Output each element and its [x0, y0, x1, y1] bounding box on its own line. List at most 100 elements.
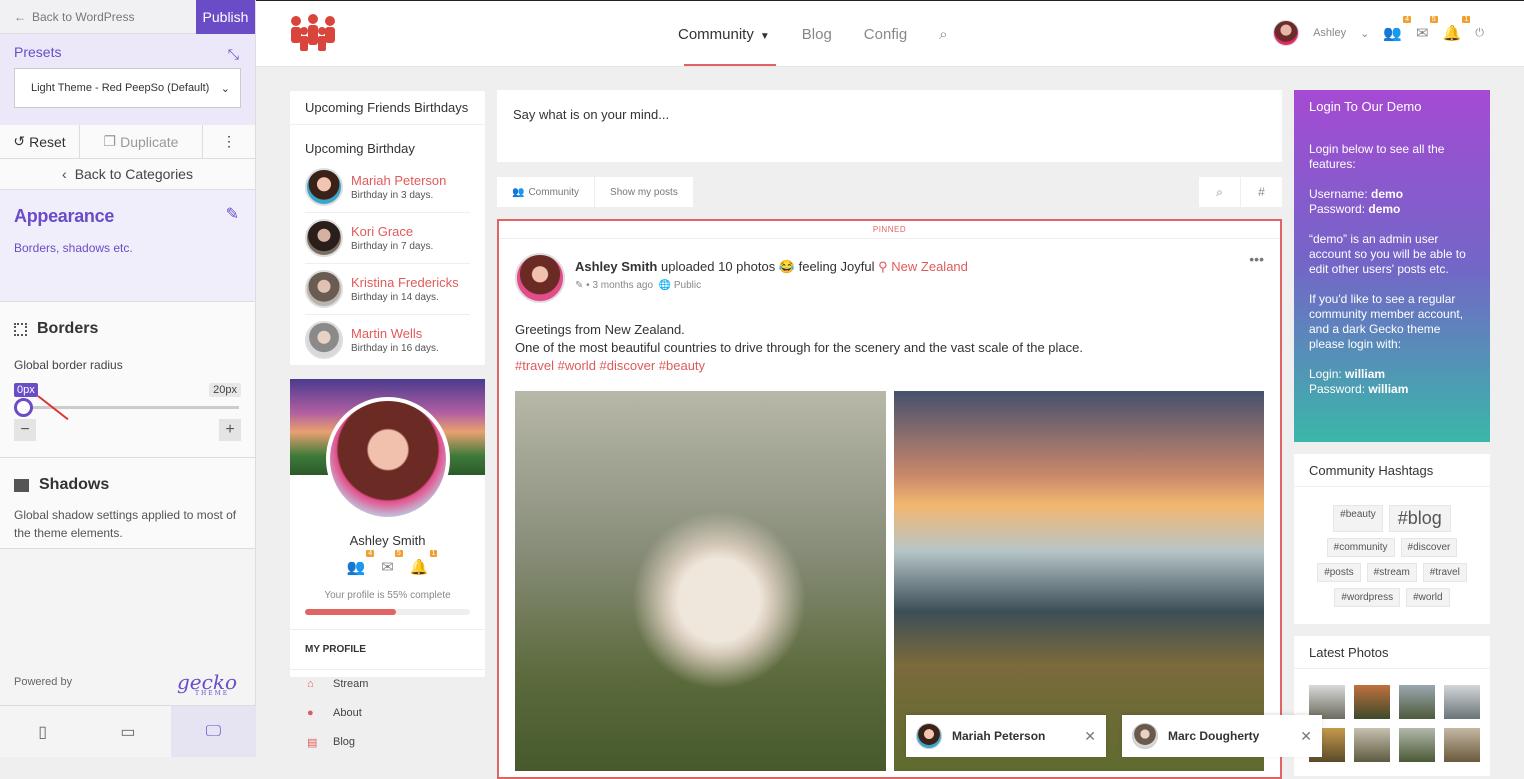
- post-hashtags[interactable]: #travel #world #discover #beauty: [515, 357, 1264, 375]
- tablet-preview-icon[interactable]: ▭: [85, 706, 170, 757]
- avatar[interactable]: [305, 168, 343, 206]
- hashtag[interactable]: #travel: [1422, 563, 1467, 582]
- gecko-logo[interactable]: gecko THEME: [177, 670, 237, 697]
- list-item[interactable]: Martin Wells Birthday in 16 days.: [305, 315, 470, 365]
- menu-item-blog[interactable]: ▤ Blog: [290, 727, 485, 756]
- widget-subtitle: Upcoming Birthday: [305, 141, 415, 156]
- hashtag[interactable]: #blog: [1388, 505, 1451, 532]
- shadows-section[interactable]: Shadows Global shadow settings applied t…: [0, 458, 255, 549]
- post-location[interactable]: New Zealand: [891, 259, 968, 274]
- birthdays-widget: Upcoming Friends Birthdays Upcoming Birt…: [289, 90, 486, 366]
- profile-stats: 👥 4 ✉ 5 🔔 1: [290, 550, 485, 576]
- powered-by-label: Powered by: [14, 676, 73, 688]
- collapse-icon[interactable]: ⤡: [228, 46, 239, 63]
- post-time[interactable]: 3 months ago: [592, 280, 653, 291]
- avatar[interactable]: [305, 321, 343, 359]
- avatar[interactable]: [305, 219, 343, 257]
- avatar[interactable]: [515, 253, 565, 303]
- back-to-categories-link[interactable]: ‹ Back to Categories: [0, 159, 255, 190]
- pinned-label: PINNED: [499, 221, 1280, 239]
- preset-select[interactable]: Light Theme - Red PeepSo (Default) ⌄: [14, 68, 241, 108]
- photo-thumb[interactable]: [1309, 685, 1345, 719]
- close-icon[interactable]: ✕: [1300, 728, 1312, 745]
- chat-window[interactable]: Mariah Peterson ✕: [906, 715, 1106, 757]
- nav-blog[interactable]: Blog: [802, 26, 832, 43]
- left-sidebar: Upcoming Friends Birthdays Upcoming Birt…: [289, 90, 486, 749]
- duplicate-button[interactable]: ❐ Duplicate: [80, 125, 203, 158]
- hashtag[interactable]: #posts: [1317, 563, 1361, 582]
- edit-icon[interactable]: ✎: [575, 280, 583, 291]
- friends-icon[interactable]: 👥 4: [347, 550, 375, 576]
- borders-title: Borders: [37, 320, 99, 337]
- appearance-subtitle: Borders, shadows etc.: [14, 241, 133, 255]
- arrow-left-icon: ←: [14, 9, 26, 24]
- hashtag[interactable]: #wordpress: [1334, 588, 1401, 607]
- search-icon[interactable]: ⌕: [1198, 177, 1240, 207]
- list-item[interactable]: Kori Grace Birthday in 7 days.: [305, 213, 470, 264]
- widget-title: Latest Photos: [1294, 636, 1490, 669]
- photo-lamb[interactable]: [515, 391, 886, 771]
- slider-handle[interactable]: [14, 398, 33, 417]
- hashtag-icon[interactable]: #: [1240, 177, 1282, 207]
- search-icon[interactable]: ⌕: [939, 26, 947, 43]
- plus-icon[interactable]: +: [219, 419, 241, 441]
- photo-thumb[interactable]: [1399, 685, 1435, 719]
- hashtag[interactable]: #community: [1326, 538, 1395, 557]
- chat-window[interactable]: Marc Dougherty ✕: [1122, 715, 1322, 757]
- site-preview: Community ▼ Blog Config ⌕ Ashley ⌄ 👥 4 ✉ 5 …: [256, 0, 1524, 779]
- widget-title: Login To Our Demo: [1309, 99, 1422, 114]
- messages-icon[interactable]: ✉ 5: [381, 550, 403, 576]
- user-name[interactable]: Ashley: [1313, 27, 1346, 39]
- shadows-title: Shadows: [39, 476, 110, 493]
- menu-item-stream[interactable]: ⌂ Stream: [290, 669, 485, 698]
- list-item[interactable]: Mariah Peterson Birthday in 3 days.: [305, 162, 470, 213]
- more-options-icon[interactable]: ⋮: [203, 125, 255, 158]
- bell-icon[interactable]: 🔔 1: [1443, 16, 1471, 42]
- post-options-icon[interactable]: •••: [1249, 251, 1264, 267]
- publish-button[interactable]: Publish: [196, 0, 255, 34]
- bell-icon[interactable]: 🔔 1: [410, 550, 438, 576]
- photo-thumb[interactable]: [1444, 685, 1480, 719]
- hashtag[interactable]: #beauty: [1333, 505, 1383, 532]
- photo-coast[interactable]: [893, 391, 1264, 771]
- power-icon[interactable]: ⏻: [1475, 27, 1484, 40]
- my-profile-heading: MY PROFILE: [290, 629, 485, 669]
- avatar[interactable]: [305, 270, 343, 308]
- mobile-preview-icon[interactable]: ▯: [0, 706, 85, 757]
- nav-config[interactable]: Config: [864, 26, 907, 43]
- hashtag[interactable]: #stream: [1366, 563, 1417, 582]
- tab-my-posts[interactable]: Show my posts: [595, 177, 694, 207]
- main-menu: Community ▼ Blog Config ⌕: [678, 1, 948, 67]
- friends-icon[interactable]: 👥 4: [1383, 16, 1412, 42]
- hashtag[interactable]: #discover: [1400, 538, 1458, 557]
- close-icon[interactable]: ✕: [1084, 728, 1096, 745]
- avatar: [916, 723, 942, 749]
- chevron-down-icon[interactable]: ⌄: [1360, 27, 1369, 40]
- hashtag[interactable]: #world: [1406, 588, 1450, 607]
- messages-icon[interactable]: ✉ 5: [1416, 16, 1438, 42]
- undo-icon: ↺: [13, 133, 26, 149]
- post-author[interactable]: Ashley Smith: [575, 259, 657, 274]
- appearance-title: Appearance: [14, 206, 115, 226]
- minus-icon[interactable]: −: [14, 419, 36, 441]
- list-item[interactable]: Kristina Fredericks Birthday in 14 days.: [305, 264, 470, 315]
- post-input[interactable]: Say what is on your mind...: [497, 90, 1282, 162]
- reset-button[interactable]: ↺ Reset: [0, 125, 80, 158]
- presets-panel: Presets ⤡ Light Theme - Red PeepSo (Defa…: [0, 34, 255, 125]
- photo-thumb[interactable]: [1354, 685, 1390, 719]
- site-logo[interactable]: [288, 13, 338, 56]
- tab-community[interactable]: 👥 Community: [497, 177, 596, 207]
- customizer-sidebar: ← Back to WordPress Publish Presets ⤡ Li…: [0, 0, 256, 757]
- profile-name[interactable]: Ashley Smith: [290, 533, 485, 548]
- nav-community[interactable]: Community ▼: [678, 26, 776, 66]
- feed-filters: 👥 Community Show my posts ⌕ #: [497, 177, 1282, 207]
- menu-item-about[interactable]: ● About: [290, 698, 485, 727]
- back-to-wordpress-link[interactable]: ← Back to WordPress: [0, 10, 196, 24]
- avatar[interactable]: [1273, 20, 1300, 46]
- user-icon: ●: [307, 707, 314, 719]
- chevron-left-icon: ‹: [62, 166, 67, 182]
- post-header: Ashley Smith uploaded 10 photos 😂 feelin…: [575, 259, 968, 274]
- avatar[interactable]: [326, 397, 450, 521]
- desktop-preview-icon[interactable]: 🖵: [170, 706, 256, 757]
- avatar: [1132, 723, 1158, 749]
